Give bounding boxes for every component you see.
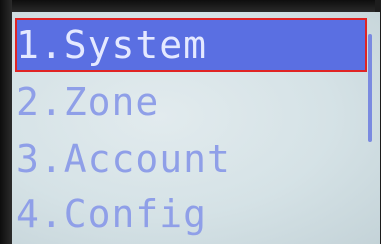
menu-item-config[interactable]: 4.Config [16,188,366,240]
scrollbar-thumb[interactable] [368,34,372,142]
menu-item-label: 3.Account [16,137,231,181]
bezel-top [0,0,381,12]
bezel-left [0,0,12,244]
menu-item-label: 4.Config [16,192,208,236]
menu-item-zone[interactable]: 2.Zone [16,76,366,128]
device-display: 1.System 2.Zone 3.Account 4.Config [0,0,381,244]
menu-item-account[interactable]: 3.Account [16,133,366,185]
menu-item-label: 1.System [16,23,208,67]
menu-item-system[interactable]: 1.System [15,18,367,72]
lcd-screen: 1.System 2.Zone 3.Account 4.Config [12,12,380,244]
menu-item-label: 2.Zone [16,80,160,124]
scrollbar[interactable] [368,22,374,232]
